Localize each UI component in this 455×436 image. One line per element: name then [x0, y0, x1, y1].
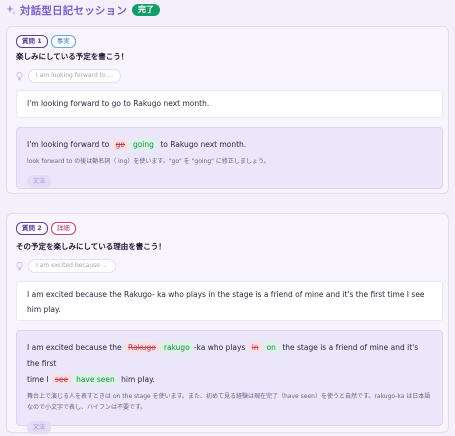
answer-text: I am excited because the Rakugo- ka who … [27, 290, 425, 314]
inserted-word: have seen [73, 374, 118, 385]
explanation-text: look forward to の後は動名詞（ ing）を使います。"go" を… [27, 158, 270, 165]
grammar-button[interactable]: 文法 [27, 421, 52, 434]
question-tags: 質問 1 事実 [16, 35, 76, 48]
inserted-word: going [129, 139, 157, 150]
correction-panel: I am excited because the Rakugo rakugo -ka… [16, 330, 443, 434]
lightbulb-icon [16, 261, 23, 270]
session-header: 対話型日記セッション 完了 [0, 0, 455, 20]
deleted-word: in [248, 342, 262, 353]
deleted-word: Rakugo [125, 342, 159, 353]
explanation-text: 舞台上で演じる人を表すときは on the stage を使います。また、初めて… [27, 393, 431, 411]
question-text: その予定を楽しみにしている理由を書こう！ [16, 242, 166, 251]
grammar-button[interactable]: 文法 [27, 175, 52, 188]
status-badge: 完了 [132, 4, 160, 16]
sparkle-icon [6, 5, 16, 15]
hint-row: I am looking forward to ... [16, 69, 122, 83]
deleted-word: see [51, 374, 72, 385]
question-card-2: 質問 2 詳細 その予定を楽しみにしている理由を書こう！ I am excite… [6, 213, 449, 434]
deleted-word: go [112, 139, 128, 150]
page-title: 対話型日記セッション [20, 4, 127, 17]
question-number-tag: 質問 1 [16, 35, 48, 48]
correction-panel: I'm looking forward to go going to Rakugo… [16, 127, 443, 189]
hint-pill[interactable]: I am excited because ... [28, 259, 116, 273]
answer-box: I'm looking forward to go to Rakugo next… [16, 90, 443, 118]
question-number-tag: 質問 2 [16, 222, 48, 235]
question-tags: 質問 2 詳細 [16, 222, 76, 235]
hint-pill[interactable]: I am looking forward to ... [28, 69, 122, 83]
inserted-word: on [263, 342, 279, 353]
answer-text: I'm looking forward to go to Rakugo next… [27, 99, 210, 108]
corrected-sentence-continued: time I see have seen him play. [27, 374, 155, 385]
lightbulb-icon [16, 71, 23, 80]
question-card-1: 質問 1 事実 楽しみにしている予定を書こう！ I am looking for… [6, 26, 449, 194]
hint-row: I am excited because ... [16, 259, 116, 273]
answer-box: I am excited because the Rakugo- ka who … [16, 281, 443, 321]
inserted-word: rakugo [160, 342, 193, 353]
corrected-sentence: I'm looking forward to go going to Rakugo… [27, 139, 247, 150]
corrected-sentence: I am excited because the Rakugo rakugo -ka… [27, 342, 419, 368]
question-text: 楽しみにしている予定を書こう！ [16, 52, 129, 61]
question-type-tag: 事実 [50, 35, 76, 48]
question-type-tag: 詳細 [50, 222, 76, 235]
